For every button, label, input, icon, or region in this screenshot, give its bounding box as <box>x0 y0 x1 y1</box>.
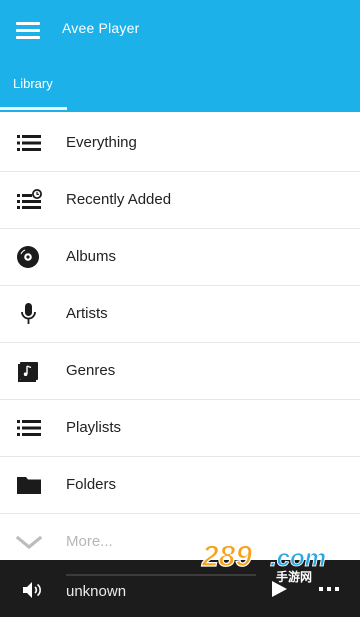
list-item-playlists[interactable]: Playlists <box>0 400 360 457</box>
list-item-everything[interactable]: Everything <box>0 115 360 172</box>
list-item-genres[interactable]: Genres <box>0 343 360 400</box>
list-item-label: Genres <box>66 362 116 379</box>
list-item-label: Recently Added <box>66 191 172 208</box>
library-list: Everything Recently Added Albums Artists <box>0 115 360 570</box>
list-item-label: Playlists <box>66 419 122 436</box>
list-item-label: Albums <box>66 248 117 265</box>
list-item-label: More... <box>66 533 113 550</box>
tab-indicator <box>0 107 67 110</box>
microphone-icon <box>21 303 36 324</box>
menu-button[interactable] <box>14 18 42 42</box>
disc-icon <box>17 246 39 268</box>
tab-library[interactable]: Library <box>0 58 67 110</box>
list-icon <box>17 135 41 151</box>
mini-player: unknown <box>0 560 360 617</box>
list-item-label: Artists <box>66 305 108 322</box>
list-item-label: Everything <box>66 134 137 151</box>
song-title: unknown <box>66 583 127 600</box>
menu-icon-bar <box>16 29 40 32</box>
list-item-folders[interactable]: Folders <box>0 457 360 514</box>
app-title: Avee Player <box>62 20 140 36</box>
chevron-down-icon <box>16 535 42 550</box>
list-item-recently-added[interactable]: Recently Added <box>0 172 360 229</box>
menu-icon-bar <box>16 22 40 25</box>
more-options-icon[interactable] <box>316 582 342 596</box>
seek-bar[interactable] <box>66 574 256 576</box>
playlist-icon <box>17 420 41 436</box>
play-icon[interactable] <box>268 579 290 599</box>
menu-icon-bar <box>16 36 40 39</box>
list-item-label: Folders <box>66 476 117 493</box>
list-item-artists[interactable]: Artists <box>0 286 360 343</box>
list-item-albums[interactable]: Albums <box>0 229 360 286</box>
volume-icon[interactable] <box>22 580 44 600</box>
recently-added-icon <box>17 189 42 209</box>
folder-icon <box>17 477 41 494</box>
app-bar: Avee Player Library <box>0 0 360 112</box>
tab-label: Library <box>13 76 53 91</box>
music-note-icon <box>18 362 38 382</box>
